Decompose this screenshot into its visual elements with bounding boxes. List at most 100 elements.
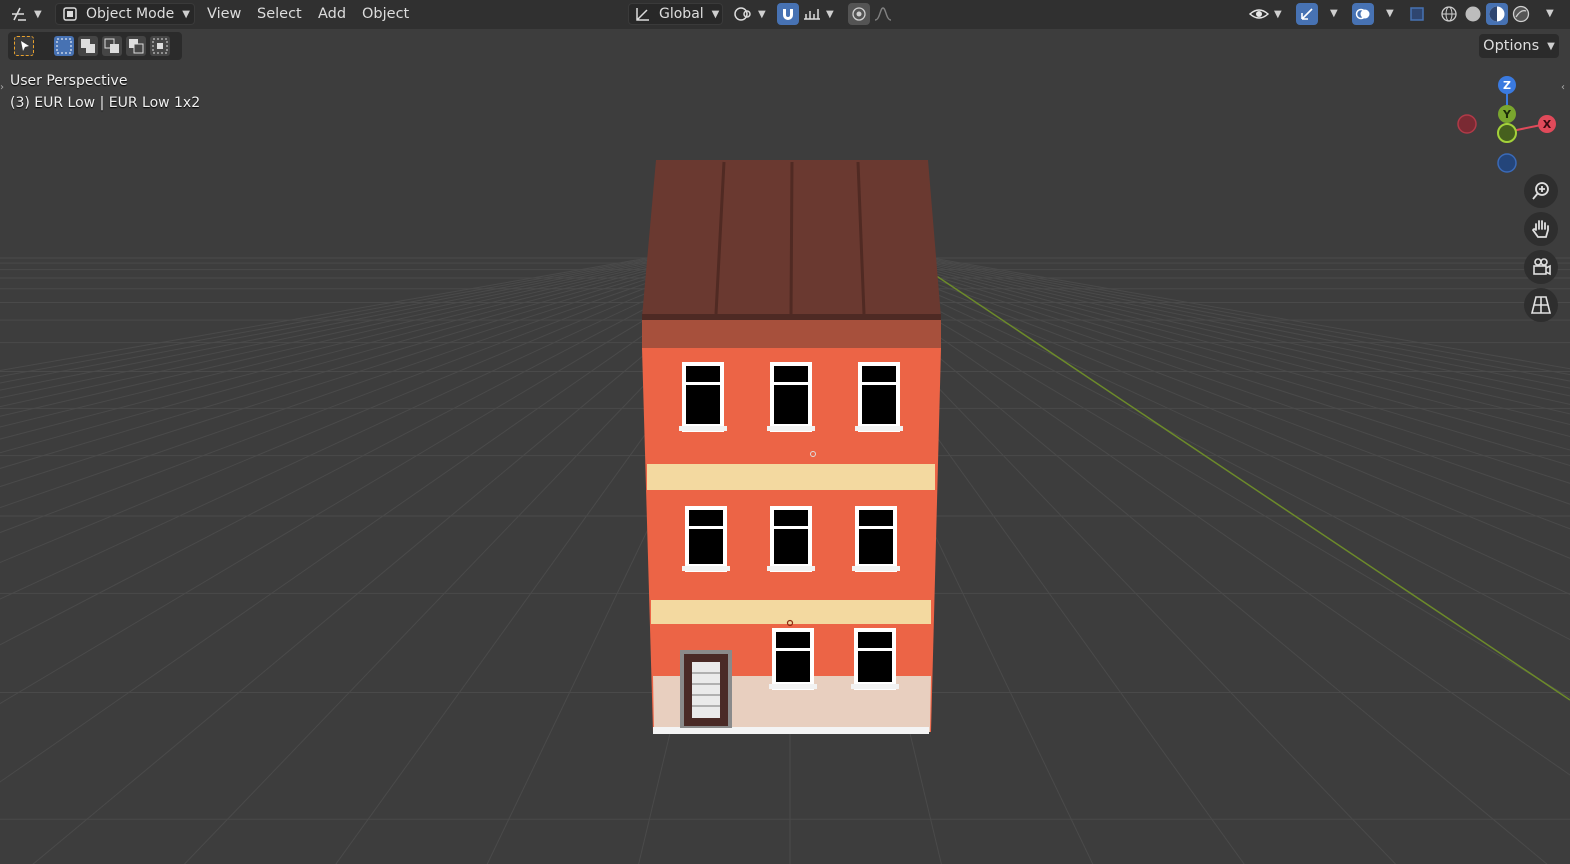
editor-type-button[interactable]: ▼ <box>8 3 48 25</box>
window-glass <box>689 510 723 564</box>
chevron-down-icon: ▼ <box>826 8 834 20</box>
overlays-dropdown[interactable]: ▼ <box>1386 8 1394 19</box>
select-box-subtract-button[interactable] <box>102 36 122 56</box>
cornice-band <box>642 320 941 348</box>
mode-dropdown[interactable]: Object Mode ▼ <box>55 3 195 25</box>
window-mullion <box>859 526 893 529</box>
window-mullion <box>689 526 723 529</box>
grid-line <box>857 249 1570 426</box>
select-box-invert-button[interactable] <box>126 36 146 56</box>
window-glass <box>776 632 810 682</box>
grid-line <box>873 249 1570 389</box>
building-model[interactable] <box>636 152 956 742</box>
orientation-icon <box>636 8 649 21</box>
shading-rendered-button[interactable] <box>1510 3 1532 25</box>
window-glass <box>686 366 720 424</box>
xray-icon <box>1410 7 1424 21</box>
select-box-extend-button[interactable] <box>78 36 98 56</box>
gizmos-dropdown[interactable]: ▼ <box>1330 8 1338 19</box>
base-slab <box>653 727 929 734</box>
grid-line <box>0 249 719 417</box>
grid-line <box>865 249 1570 405</box>
overlay-icon <box>1355 8 1370 20</box>
trim-band-upper <box>647 464 935 490</box>
gizmo-icon <box>1301 8 1313 20</box>
pivot-icon <box>734 7 751 21</box>
pivot-point-button[interactable]: ▼ <box>732 3 772 25</box>
mode-label: Object Mode <box>86 6 175 22</box>
grid-line <box>0 249 739 488</box>
menu-view[interactable]: View <box>207 4 241 24</box>
select-extend-icon <box>81 39 95 53</box>
toolbar-expand-arrow-icon[interactable]: › <box>0 82 4 93</box>
gizmo-neg-z <box>1497 153 1517 173</box>
gizmo-x-label: X <box>1543 118 1552 131</box>
x-axis-line <box>934 274 1570 701</box>
window-sill <box>682 566 730 571</box>
proportional-editing-toggle[interactable] <box>848 3 870 25</box>
window-sill <box>767 426 815 431</box>
shading-dropdown[interactable]: ▼ <box>1546 8 1554 19</box>
options-dropdown[interactable]: Options ▼ <box>1479 34 1559 58</box>
grid-line <box>849 249 1570 451</box>
gizmo-neg-y <box>1497 123 1517 143</box>
window-mullion <box>862 382 896 385</box>
zoom-button[interactable] <box>1524 174 1558 208</box>
window-sill <box>855 426 903 431</box>
shading-material-button[interactable] <box>1486 3 1508 25</box>
view-name-label: User Perspective <box>10 73 128 89</box>
snap-toggle[interactable] <box>777 3 799 25</box>
visibility-button[interactable]: ▼ <box>1248 3 1288 25</box>
select-box-intersect-button[interactable] <box>150 36 170 56</box>
object-mode-icon <box>63 7 77 21</box>
transform-gizmo-icon <box>12 7 26 21</box>
chevron-down-icon: ▼ <box>1547 40 1555 52</box>
grid-line <box>881 249 1570 376</box>
menu-select[interactable]: Select <box>257 4 302 24</box>
proportional-falloff-button[interactable] <box>873 3 911 25</box>
window-sill <box>767 566 815 571</box>
window-mullion <box>774 382 808 385</box>
ortho-grid-icon <box>1530 296 1552 314</box>
overlays-toggle[interactable] <box>1352 3 1374 25</box>
select-box-new-button[interactable] <box>54 36 74 56</box>
snap-increment-icon <box>804 9 820 20</box>
grid-line <box>0 249 711 399</box>
camera-view-button[interactable] <box>1524 250 1558 284</box>
box-select-icon <box>56 38 72 54</box>
transform-orientation-dropdown[interactable]: Global ▼ <box>628 3 723 25</box>
menu-object[interactable]: Object <box>362 4 409 24</box>
ortho-toggle-button[interactable] <box>1524 288 1558 322</box>
gizmos-toggle[interactable] <box>1296 3 1318 25</box>
xray-toggle[interactable] <box>1406 3 1428 25</box>
solid-sphere-icon <box>1465 6 1481 22</box>
window-glass <box>858 632 892 682</box>
grid-line <box>0 249 735 469</box>
window-sill <box>679 426 727 431</box>
window-mullion <box>776 648 810 651</box>
chevron-down-icon: ▼ <box>711 8 720 20</box>
chevron-down-icon: ▼ <box>758 8 766 20</box>
gizmo-y-label: Y <box>1502 108 1512 121</box>
gizmo-neg-x <box>1457 114 1477 134</box>
roof-eave <box>642 314 941 320</box>
grid-line <box>861 249 1570 415</box>
shading-solid-button[interactable] <box>1462 3 1484 25</box>
grid-line <box>853 249 1570 437</box>
select-tool-button[interactable] <box>14 36 34 56</box>
grid-line <box>0 249 727 440</box>
zoom-icon <box>1532 182 1549 200</box>
window-glass <box>859 510 893 564</box>
orientation-label: Global <box>659 6 704 22</box>
snap-target-button[interactable]: ▼ <box>802 3 840 25</box>
grid-line <box>869 249 1570 397</box>
menu-add[interactable]: Add <box>318 4 346 24</box>
pan-button[interactable] <box>1524 212 1558 246</box>
select-invert-icon <box>129 39 144 54</box>
magnet-icon <box>783 9 793 20</box>
proportional-edit-icon <box>852 7 866 21</box>
window-glass <box>774 510 808 564</box>
shading-wireframe-button[interactable] <box>1438 3 1460 25</box>
window-mullion <box>686 382 720 385</box>
navigation-gizmo[interactable]: Z Y X <box>1452 74 1562 174</box>
